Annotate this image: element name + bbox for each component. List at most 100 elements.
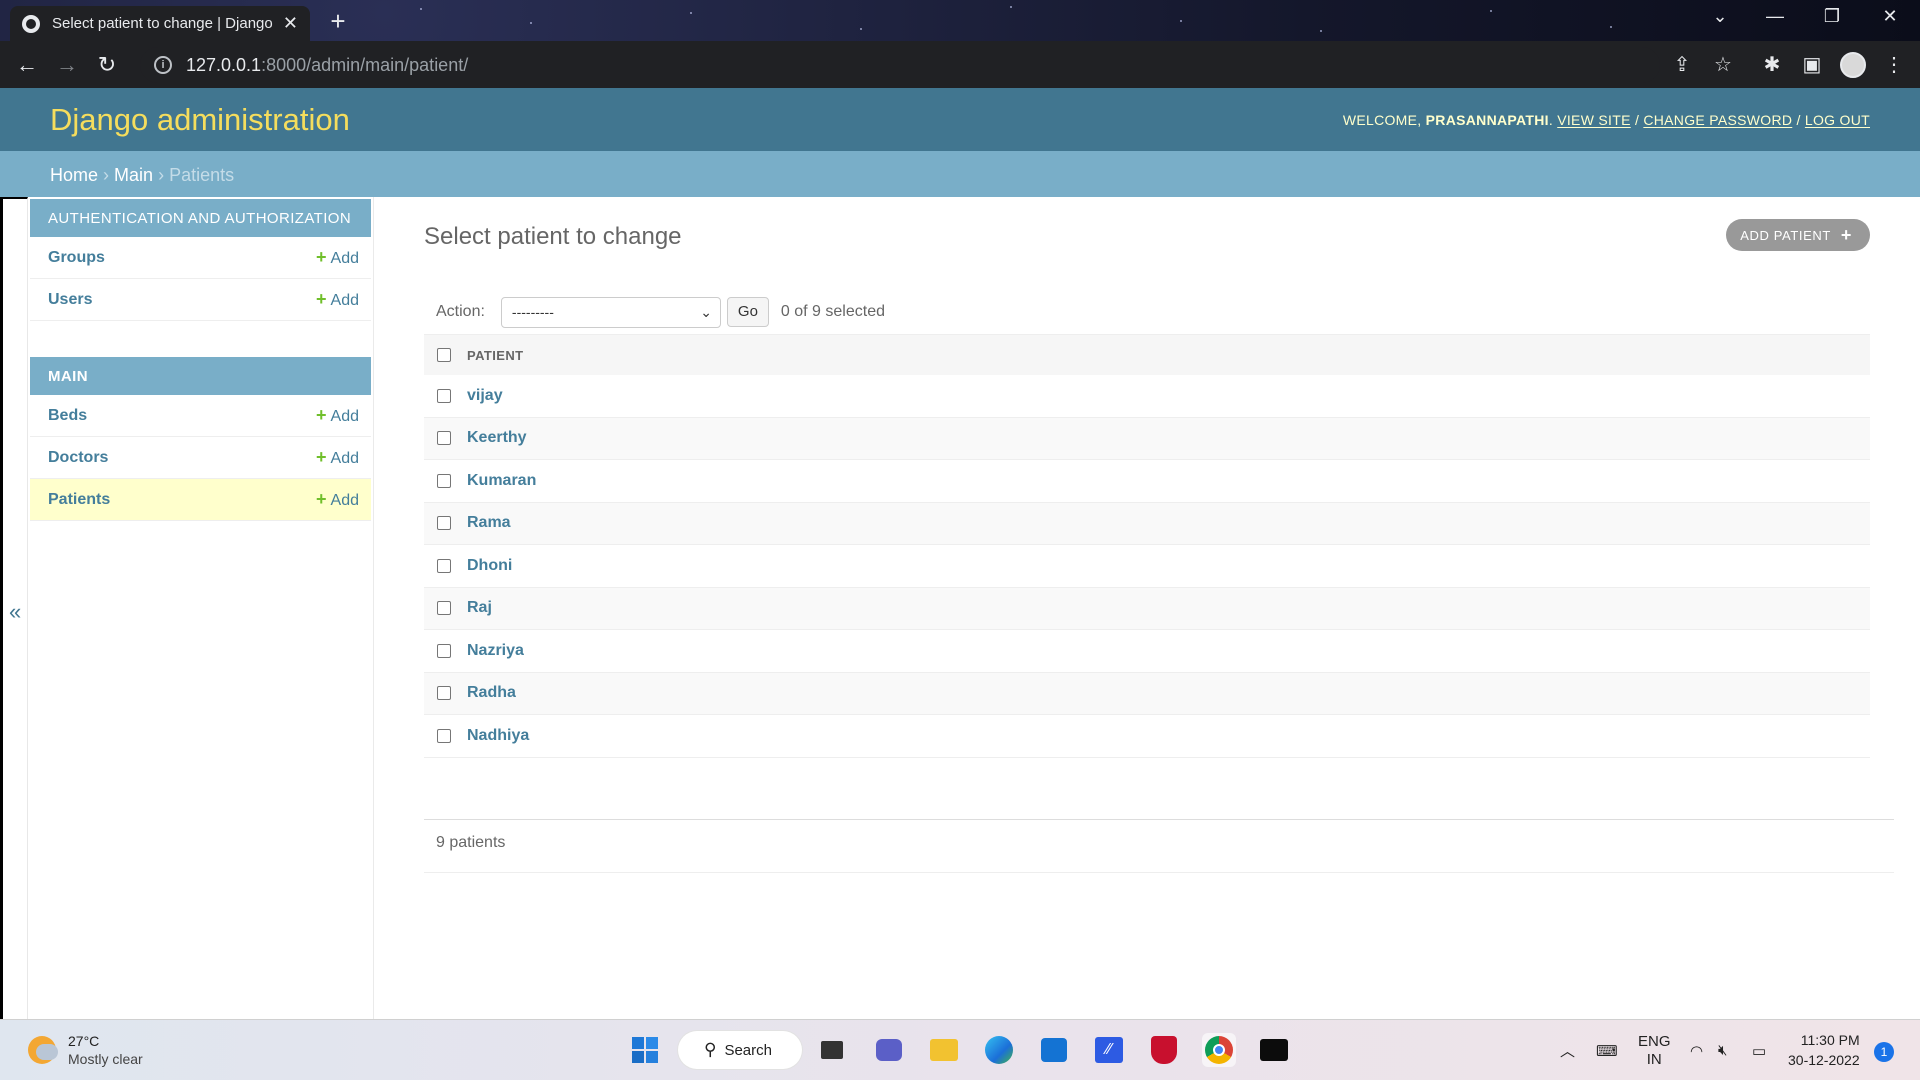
patient-link[interactable]: Dhoni: [467, 557, 512, 575]
go-button[interactable]: Go: [726, 297, 769, 327]
doctors-link[interactable]: Doctors: [48, 449, 108, 467]
store-icon[interactable]: [1037, 1033, 1071, 1067]
file-explorer-icon[interactable]: [927, 1033, 961, 1067]
share-icon[interactable]: ⇪: [1670, 53, 1694, 77]
site-info-icon[interactable]: i: [154, 56, 172, 74]
add-label: Add: [330, 408, 359, 425]
breadcrumb-main[interactable]: Main: [114, 165, 153, 185]
minimize-button[interactable]: —: [1755, 6, 1795, 27]
visual-studio-icon[interactable]: ⁄⁄: [1092, 1033, 1126, 1067]
view-site-link[interactable]: VIEW SITE: [1557, 112, 1631, 128]
browser-tab-active[interactable]: Select patient to change | Django ✕: [10, 6, 310, 41]
column-header-patient[interactable]: PATIENT: [467, 348, 523, 363]
row-checkbox[interactable]: [437, 431, 451, 446]
add-patient-button[interactable]: ADD PATIENT +: [1726, 219, 1870, 251]
log-out-link[interactable]: LOG OUT: [1805, 112, 1870, 128]
add-beds-link[interactable]: + Add: [316, 405, 359, 426]
plus-icon: +: [316, 447, 327, 467]
action-select[interactable]: --------- ⌄: [500, 296, 721, 328]
weather-widget[interactable]: 27°C Mostly clear: [28, 1032, 143, 1068]
wifi-icon[interactable]: ◠: [1690, 1020, 1703, 1080]
patients-link[interactable]: Patients: [48, 491, 110, 509]
sidebar-toggle[interactable]: «: [0, 197, 28, 1019]
patient-link[interactable]: Keerthy: [467, 429, 527, 447]
sidebar-item-users: Users + Add: [30, 279, 371, 321]
row-checkbox[interactable]: [437, 686, 451, 701]
add-users-link[interactable]: + Add: [316, 289, 359, 310]
breadcrumb-separator: ›: [103, 165, 110, 185]
patient-link[interactable]: Kumaran: [467, 472, 536, 490]
edge-browser-icon[interactable]: [982, 1033, 1016, 1067]
browser-titlebar: Select patient to change | Django ✕ + ⌄ …: [0, 0, 1920, 41]
profile-avatar[interactable]: [1840, 52, 1866, 78]
weather-moon-cloud-icon: [28, 1036, 58, 1064]
mcafee-icon[interactable]: [1147, 1033, 1181, 1067]
show-hidden-icons-icon[interactable]: ︿: [1560, 1020, 1575, 1080]
side-panel-icon[interactable]: ▣: [1800, 53, 1824, 77]
browser-menu-icon[interactable]: ⋮: [1882, 53, 1906, 77]
add-patients-link[interactable]: + Add: [316, 489, 359, 510]
add-groups-link[interactable]: + Add: [316, 247, 359, 268]
bookmark-star-icon[interactable]: ☆: [1711, 53, 1735, 77]
address-bar[interactable]: i 127.0.0.1:8000/admin/main/patient/: [140, 47, 1660, 83]
row-checkbox[interactable]: [437, 516, 451, 531]
close-window-button[interactable]: ✕: [1870, 6, 1910, 27]
nav-sidebar: AUTHENTICATION AND AUTHORIZATION Groups …: [28, 197, 374, 1019]
plus-icon: +: [316, 289, 327, 309]
taskbar-search[interactable]: ⚲ Search: [678, 1031, 802, 1069]
new-tab-button[interactable]: +: [324, 8, 352, 36]
battery-icon[interactable]: ▭: [1752, 1020, 1766, 1080]
sidebar-item-beds: Beds + Add: [30, 395, 371, 437]
extensions-puzzle-icon[interactable]: ✱: [1760, 53, 1784, 77]
patient-link[interactable]: vijay: [467, 387, 503, 405]
reload-icon[interactable]: ↻: [92, 51, 122, 79]
row-checkbox[interactable]: [437, 643, 451, 658]
row-checkbox[interactable]: [437, 558, 451, 573]
back-arrow-icon[interactable]: ←: [12, 51, 42, 79]
row-checkbox[interactable]: [437, 473, 451, 488]
forward-arrow-icon[interactable]: →: [52, 51, 82, 79]
select-all-checkbox[interactable]: [437, 348, 451, 362]
chrome-icon[interactable]: [1202, 1033, 1236, 1067]
chat-icon[interactable]: [872, 1033, 906, 1067]
task-view-icon[interactable]: [815, 1033, 849, 1067]
change-password-link[interactable]: CHANGE PASSWORD: [1643, 112, 1792, 128]
patient-link[interactable]: Rama: [467, 514, 511, 532]
groups-link[interactable]: Groups: [48, 249, 105, 267]
windows-start-icon[interactable]: [628, 1033, 662, 1067]
action-select-value: ---------: [511, 304, 554, 320]
table-row: Keerthy: [424, 417, 1870, 460]
patient-link[interactable]: Nazriya: [467, 642, 524, 660]
temperature: 27°C: [68, 1033, 100, 1049]
volume-muted-icon[interactable]: 🔇︎: [1718, 1020, 1727, 1080]
breadcrumb: Home › Main › Patients: [0, 151, 1920, 197]
patient-link[interactable]: Raj: [467, 599, 492, 617]
module-caption-auth[interactable]: AUTHENTICATION AND AUTHORIZATION: [30, 199, 371, 237]
add-label: Add: [330, 292, 359, 309]
separator: /: [1796, 112, 1801, 128]
patient-link[interactable]: Nadhiya: [467, 727, 529, 745]
paginator: 9 patients: [424, 819, 1894, 873]
language-indicator[interactable]: ENG IN: [1638, 1020, 1671, 1080]
content-main: Select patient to change ADD PATIENT + A…: [424, 197, 1894, 1019]
close-tab-icon[interactable]: ✕: [283, 13, 298, 34]
notification-badge[interactable]: 1: [1874, 1042, 1894, 1062]
url-path: :8000/admin/main/patient/: [261, 54, 469, 75]
row-checkbox[interactable]: [437, 601, 451, 616]
row-checkbox[interactable]: [437, 388, 451, 403]
restore-button[interactable]: ❐: [1812, 6, 1852, 27]
row-checkbox[interactable]: [437, 728, 451, 743]
patient-link[interactable]: Radha: [467, 684, 516, 702]
module-caption-main[interactable]: MAIN: [30, 357, 371, 395]
breadcrumb-home[interactable]: Home: [50, 165, 98, 185]
system-clock[interactable]: 11:30 PM 30-12-2022: [1788, 1030, 1860, 1070]
breadcrumb-separator: ›: [158, 165, 165, 185]
users-link[interactable]: Users: [48, 291, 92, 309]
site-branding[interactable]: Django administration: [50, 102, 350, 138]
beds-link[interactable]: Beds: [48, 407, 87, 425]
background-star: [530, 22, 532, 24]
terminal-icon[interactable]: [1257, 1033, 1291, 1067]
keyboard-icon[interactable]: ⌨: [1596, 1020, 1618, 1080]
tab-search-icon[interactable]: ⌄: [1700, 6, 1740, 27]
add-doctors-link[interactable]: + Add: [316, 447, 359, 468]
